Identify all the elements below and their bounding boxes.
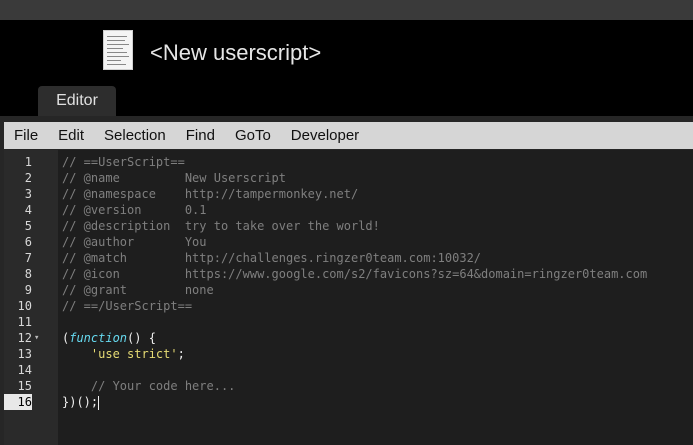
- line-number: 5: [24, 219, 32, 233]
- menu-bar: File Edit Selection Find GoTo Developer: [4, 122, 693, 149]
- fold-toggle-icon[interactable]: ▾: [34, 330, 39, 346]
- menu-selection[interactable]: Selection: [94, 122, 176, 149]
- line-number: 16: [4, 394, 32, 410]
- line-number: 8: [24, 267, 32, 281]
- line-number: 7: [24, 251, 32, 265]
- line-number: 10: [17, 299, 32, 313]
- code-line: // @author You: [62, 235, 207, 249]
- line-number: 12: [17, 331, 32, 345]
- code-line: (function() {: [62, 331, 156, 345]
- tab-editor[interactable]: Editor: [38, 86, 116, 116]
- line-number: 2: [24, 171, 32, 185]
- code-line: // ==/UserScript==: [62, 299, 193, 313]
- code-editor[interactable]: 1 2 3 4 5 6 7 8 9 10 11 12 ▾ 13 14 15 16 // ==UserScript…: [4, 150, 693, 445]
- page-title: <New userscript>: [150, 40, 322, 65]
- menu-edit[interactable]: Edit: [48, 122, 94, 149]
- menu-find[interactable]: Find: [176, 122, 225, 149]
- code-line: // @version 0.1: [62, 203, 207, 217]
- line-number: 1: [24, 155, 32, 169]
- script-document-icon: [103, 30, 133, 70]
- top-strip: [0, 0, 693, 20]
- code-line: // @namespace http://tampermonkey.net/: [62, 187, 359, 201]
- code-line: })();: [62, 395, 100, 410]
- line-number: 3: [24, 187, 32, 201]
- menu-file[interactable]: File: [4, 122, 48, 149]
- code-line: // @grant none: [62, 283, 214, 297]
- line-number: 14: [17, 363, 32, 377]
- code-line: // @description try to take over the wor…: [62, 219, 380, 233]
- code-line: 'use strict';: [90, 347, 185, 361]
- text-cursor: [98, 395, 100, 410]
- code-line: // @match http://challenges.ringzer0team…: [62, 251, 482, 265]
- line-number: 9: [24, 283, 32, 297]
- line-number-gutter: 1 2 3 4 5 6 7 8 9 10 11 12 ▾ 13 14 15 16: [4, 150, 58, 445]
- code-line: // Your code here...: [62, 379, 236, 393]
- code-line: // @name New Userscript: [62, 171, 286, 185]
- line-number: 15: [17, 379, 32, 393]
- menu-developer[interactable]: Developer: [281, 122, 369, 149]
- line-number: 11: [17, 315, 32, 329]
- code-line: // @icon https://www.google.com/s2/favic…: [62, 267, 648, 281]
- line-number: 13: [17, 347, 32, 361]
- menu-goto[interactable]: GoTo: [225, 122, 281, 149]
- code-line: // ==UserScript==: [62, 155, 185, 169]
- line-number: 4: [24, 203, 32, 217]
- line-number: 6: [24, 235, 32, 249]
